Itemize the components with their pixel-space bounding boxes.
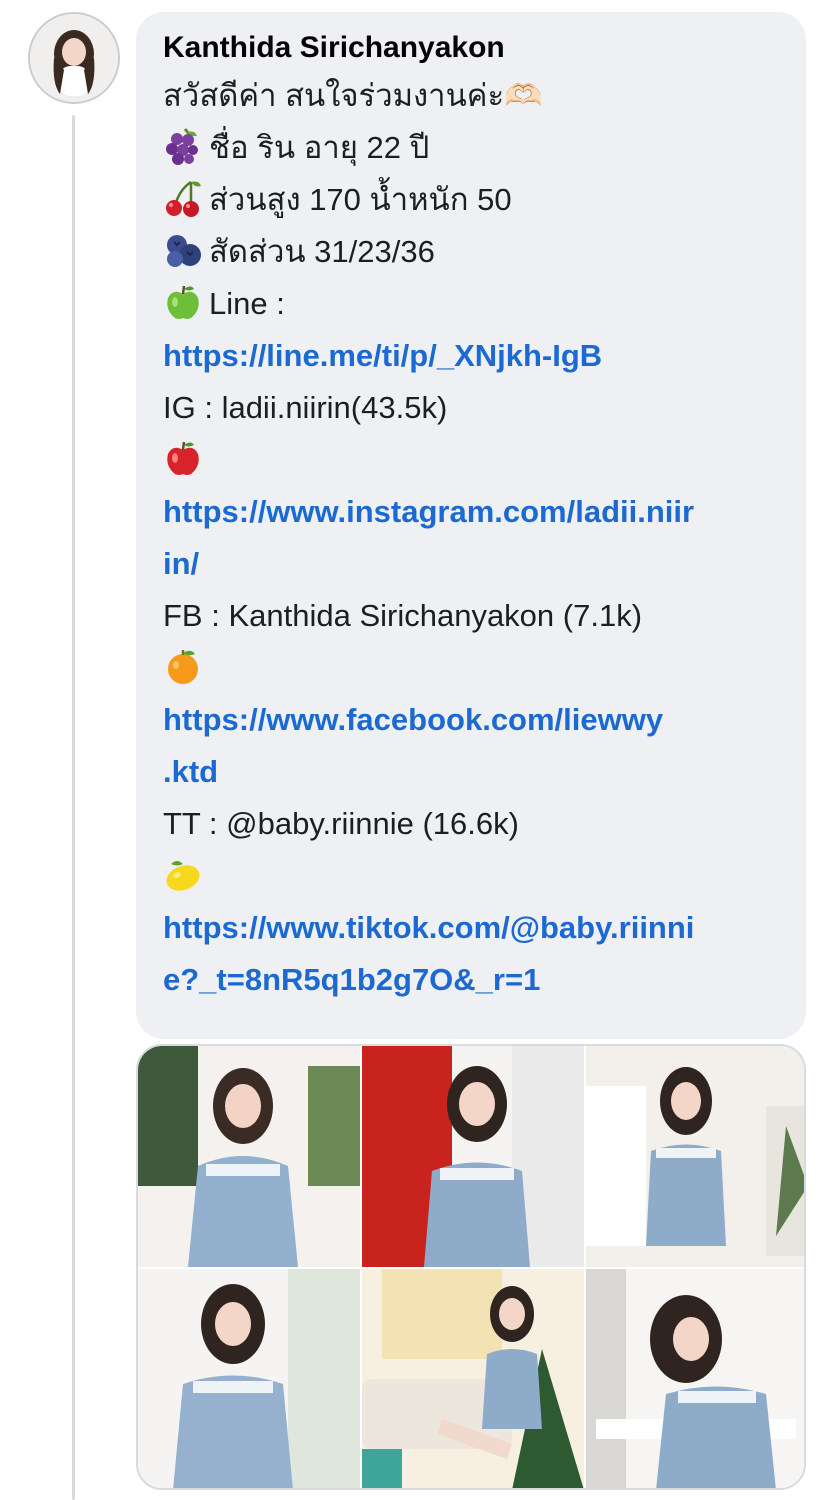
link-text[interactable]: .ktd — [163, 754, 218, 789]
comment-line: สัดส่วน 31/23/36 — [163, 226, 780, 278]
comment-link[interactable]: in/ — [163, 538, 780, 590]
comment-author[interactable]: Kanthida Sirichanyakon — [163, 30, 780, 66]
tangerine-icon — [163, 646, 203, 686]
photo-6[interactable] — [586, 1269, 804, 1488]
comment-line: สวัสดีค่า สนใจร่วมงานค่ะ🫶🏻 — [163, 70, 780, 122]
link-text[interactable]: https://www.facebook.com/liewwy — [163, 702, 663, 737]
link-text[interactable]: in/ — [163, 546, 199, 581]
comment-emoji-line — [163, 642, 780, 694]
line-text: FB : Kanthida Sirichanyakon (7.1k) — [163, 598, 643, 633]
link-text[interactable]: https://www.tiktok.com/@baby.riinni — [163, 910, 694, 945]
red-apple-icon — [163, 438, 203, 478]
grapes-icon — [163, 126, 203, 166]
line-text: IG : ladii.niirin(43.5k) — [163, 390, 448, 425]
line-text: ส่วนสูง 170 น้ำหนัก 50 — [209, 182, 512, 217]
comment-emoji-line — [163, 434, 780, 486]
comment-link[interactable]: https://line.me/ti/p/_XNjkh-IgB — [163, 330, 780, 382]
photo-3[interactable] — [586, 1046, 804, 1267]
comment-link[interactable]: https://www.facebook.com/liewwy — [163, 694, 780, 746]
lemon-icon — [163, 854, 203, 894]
thread-line — [72, 115, 75, 1500]
comment-link[interactable]: https://www.instagram.com/ladii.niir — [163, 486, 780, 538]
avatar[interactable] — [28, 12, 120, 104]
comment-thread: Kanthida Sirichanyakon สวัสดีค่า สนใจร่ว… — [0, 0, 824, 1500]
comment-line: IG : ladii.niirin(43.5k) — [163, 382, 780, 434]
comment-link[interactable]: e?_t=8nR5q1b2g7O&_r=1 — [163, 954, 780, 1006]
photo-grid — [136, 1044, 806, 1490]
comment-emoji-line — [163, 850, 780, 902]
link-text[interactable]: https://line.me/ti/p/_XNjkh-IgB — [163, 338, 602, 373]
photo-4[interactable] — [138, 1269, 360, 1488]
comment-line: ชื่อ ริน อายุ 22 ปี — [163, 122, 780, 174]
line-text: สวัสดีค่า สนใจร่วมงานค่ะ🫶🏻 — [163, 78, 543, 113]
blueberries-icon — [163, 230, 203, 270]
line-text: Line : — [209, 286, 285, 321]
photo-5[interactable] — [362, 1269, 584, 1488]
photo-2[interactable] — [362, 1046, 584, 1267]
link-text[interactable]: https://www.instagram.com/ladii.niir — [163, 494, 694, 529]
line-text: TT : @baby.riinnie (16.6k) — [163, 806, 519, 841]
photo-1[interactable] — [138, 1046, 360, 1267]
comment-link[interactable]: https://www.tiktok.com/@baby.riinni — [163, 902, 780, 954]
cherries-icon — [163, 178, 203, 218]
comment-line: TT : @baby.riinnie (16.6k) — [163, 798, 780, 850]
comment-line: FB : Kanthida Sirichanyakon (7.1k) — [163, 590, 780, 642]
comment-body: สวัสดีค่า สนใจร่วมงานค่ะ🫶🏻 ชื่อ ริน อายุ … — [163, 70, 780, 1006]
green-apple-icon — [163, 282, 203, 322]
comment-line: Line : — [163, 278, 780, 330]
link-text[interactable]: e?_t=8nR5q1b2g7O&_r=1 — [163, 962, 540, 997]
line-text: สัดส่วน 31/23/36 — [209, 234, 435, 269]
comment-line: ส่วนสูง 170 น้ำหนัก 50 — [163, 174, 780, 226]
line-text: ชื่อ ริน อายุ 22 ปี — [209, 130, 430, 165]
comment-bubble: Kanthida Sirichanyakon สวัสดีค่า สนใจร่ว… — [136, 12, 806, 1039]
comment-link[interactable]: .ktd — [163, 746, 780, 798]
